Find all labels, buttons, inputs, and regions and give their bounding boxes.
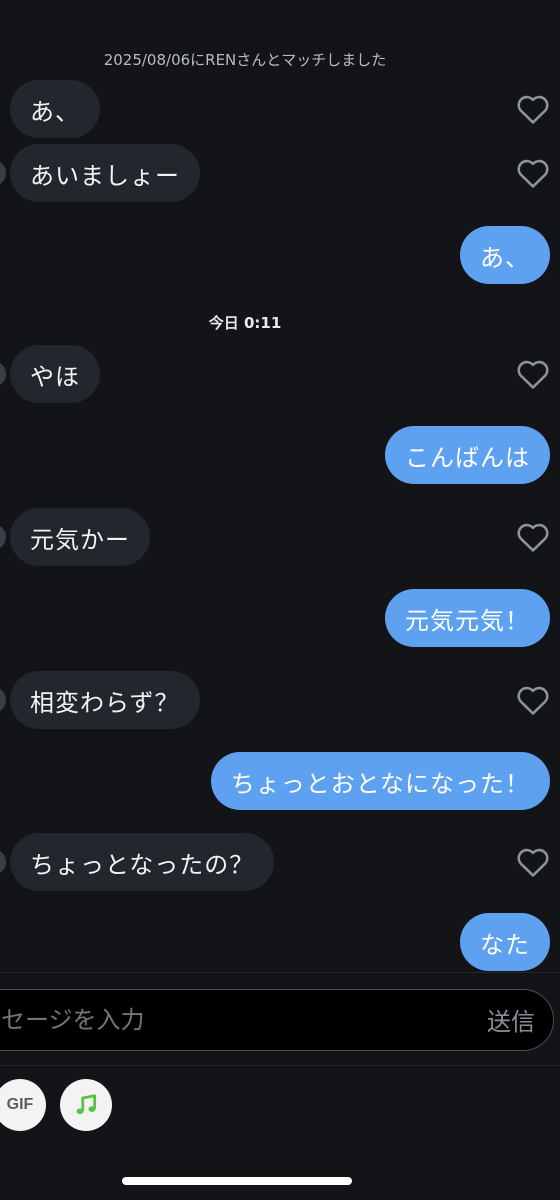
heart-outline-icon[interactable]	[516, 684, 550, 716]
message-row: 元気元気！	[0, 589, 560, 649]
avatar[interactable]	[0, 849, 6, 875]
message-row: ちょっとなったの？	[0, 833, 560, 893]
message-bubble-outgoing[interactable]: ちょっとおとなになった！	[210, 752, 550, 810]
date-separator: 今日 0:11	[208, 314, 282, 332]
home-indicator	[122, 1177, 352, 1185]
heart-outline-icon[interactable]	[516, 846, 550, 878]
message-row: こんばんは	[0, 426, 560, 486]
divider	[0, 1065, 560, 1066]
avatar[interactable]	[0, 687, 6, 713]
message-input[interactable]	[1, 990, 441, 1049]
message-row: なた	[0, 913, 560, 973]
gif-label: GIF	[6, 1096, 34, 1113]
message-bubble-incoming[interactable]: あいましょー	[10, 144, 200, 202]
heart-outline-icon[interactable]	[516, 93, 550, 125]
heart-outline-icon[interactable]	[516, 521, 550, 553]
message-bubble-outgoing[interactable]: あ、	[460, 226, 550, 284]
chat-screen: 2025/08/06にRENさんとマッチしました あ、 あいましょー あ、 今日…	[0, 0, 560, 1200]
match-notice: 2025/08/06にRENさんとマッチしました	[103, 51, 387, 69]
message-bubble-outgoing[interactable]: なた	[460, 913, 550, 971]
music-button[interactable]	[60, 1079, 112, 1131]
message-bubble-incoming[interactable]: 相変わらず？	[10, 671, 200, 729]
heart-outline-icon[interactable]	[516, 157, 550, 189]
send-button[interactable]: 送信	[487, 990, 535, 1049]
avatar[interactable]	[0, 160, 6, 186]
message-row: ちょっとおとなになった！	[0, 752, 560, 812]
avatar[interactable]	[0, 361, 6, 387]
message-row: やほ	[0, 345, 560, 405]
message-bubble-incoming[interactable]: ちょっとなったの？	[10, 833, 275, 891]
message-bubble-outgoing[interactable]: こんばんは	[385, 426, 550, 484]
message-bubble-incoming[interactable]: あ、	[10, 80, 100, 138]
heart-outline-icon[interactable]	[516, 358, 550, 390]
message-composer: 送信	[0, 989, 554, 1051]
message-row: あ、	[0, 226, 560, 286]
composer-area: 送信 GIF	[0, 972, 560, 1200]
music-note-icon	[76, 1094, 97, 1115]
avatar[interactable]	[0, 524, 6, 550]
message-bubble-incoming[interactable]: 元気かー	[10, 508, 150, 566]
gif-button[interactable]: GIF	[0, 1079, 46, 1131]
message-row: あいましょー	[0, 144, 560, 204]
message-row: 元気かー	[0, 508, 560, 568]
message-row: 相変わらず？	[0, 671, 560, 731]
message-bubble-outgoing[interactable]: 元気元気！	[385, 589, 550, 647]
message-row: あ、	[0, 80, 560, 140]
message-bubble-incoming[interactable]: やほ	[10, 345, 100, 403]
